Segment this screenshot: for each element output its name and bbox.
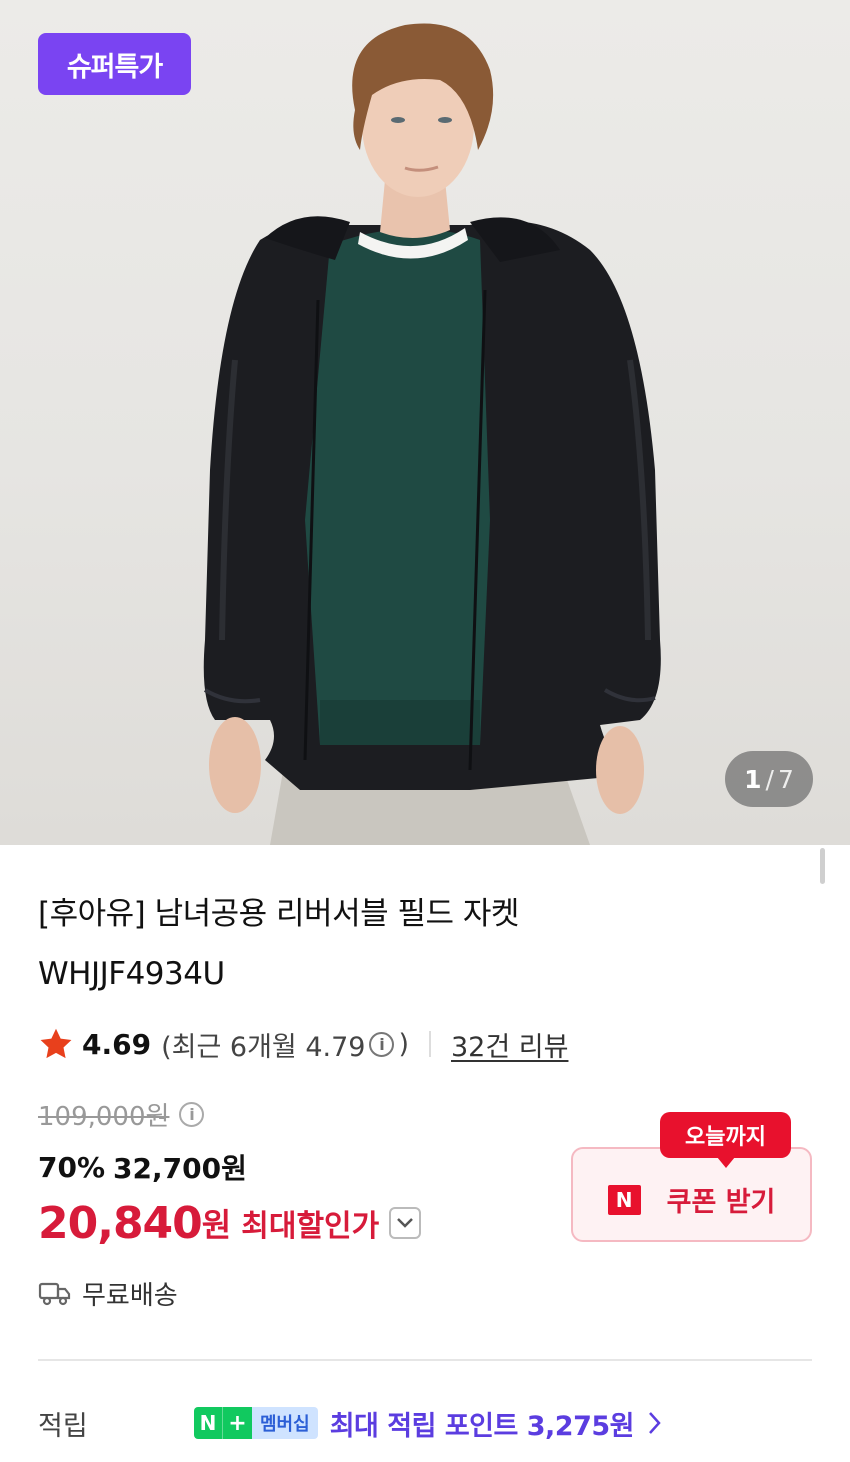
original-price-row: 109,000원 i bbox=[38, 1094, 208, 1134]
expand-discount-button[interactable] bbox=[389, 1207, 422, 1239]
info-icon[interactable]: i bbox=[369, 1031, 395, 1057]
recent-rating-close: ) bbox=[398, 1028, 409, 1060]
shipping-text: 무료배송 bbox=[82, 1280, 178, 1311]
product-title: [후아유] 남녀공용 리버서블 필드 자켓 WHJJF4934U bbox=[38, 884, 798, 1004]
coupon-label: 쿠폰 받기 bbox=[666, 1187, 776, 1218]
truck-icon bbox=[38, 1282, 71, 1306]
image-counter-separator: / bbox=[765, 764, 774, 794]
max-discount-price: 20,840 bbox=[38, 1197, 203, 1249]
section-divider bbox=[38, 1359, 812, 1361]
product-image-carousel[interactable]: 슈퍼특가 1 / 7 bbox=[0, 0, 850, 845]
membership-text: 멤버십 bbox=[252, 1407, 318, 1439]
review-count-link[interactable]: 32건 리뷰 bbox=[451, 1025, 568, 1064]
coupon-deadline-tag: 오늘까지 bbox=[660, 1112, 791, 1168]
points-row[interactable]: 적립 N + 멤버십 최대 적립 포인트 3,275원 bbox=[38, 1398, 812, 1448]
membership-n-icon: N bbox=[194, 1407, 222, 1439]
points-label: 적립 bbox=[38, 1410, 88, 1442]
chevron-down-icon bbox=[397, 1218, 414, 1228]
naver-membership-badge: N + 멤버십 bbox=[194, 1407, 318, 1439]
membership-plus-icon: + bbox=[222, 1407, 252, 1439]
max-discount-label: 최대할인가 bbox=[241, 1209, 380, 1244]
rating-row: 4.69 (최근 6개월 4.79 i ) 32건 리뷰 bbox=[38, 1022, 568, 1066]
super-deal-badge: 슈퍼특가 bbox=[38, 33, 191, 95]
sale-price: 32,700원 bbox=[113, 1152, 247, 1185]
max-points-text: 최대 적립 포인트 3,275원 bbox=[329, 1410, 635, 1442]
sale-price-row: 70% 32,700원 bbox=[38, 1146, 247, 1188]
product-title-code: WHJJF4934U bbox=[38, 956, 225, 992]
product-title-name: [후아유] 남녀공용 리버서블 필드 자켓 bbox=[38, 896, 519, 932]
page-scrollbar[interactable] bbox=[820, 848, 825, 884]
image-counter-current: 1 bbox=[744, 764, 762, 794]
max-discount-row: 20,840 원 최대할인가 bbox=[38, 1195, 422, 1251]
recent-rating: (최근 6개월 4.79 bbox=[161, 1031, 366, 1063]
star-icon bbox=[40, 1028, 72, 1059]
original-price: 109,000원 bbox=[38, 1101, 170, 1132]
image-counter: 1 / 7 bbox=[725, 751, 813, 807]
product-photo bbox=[203, 23, 661, 845]
coupon-download-button[interactable]: N 쿠폰 받기 bbox=[571, 1147, 812, 1242]
max-discount-currency: 원 bbox=[201, 1206, 232, 1244]
divider bbox=[429, 1031, 431, 1057]
discount-rate: 70% bbox=[38, 1150, 106, 1184]
naver-n-icon: N bbox=[607, 1184, 641, 1215]
chevron-right-icon bbox=[649, 1412, 661, 1434]
image-counter-total: 7 bbox=[777, 764, 794, 794]
price-info-icon[interactable]: i bbox=[179, 1101, 205, 1127]
rating-value: 4.69 bbox=[82, 1027, 152, 1061]
shipping-row: 무료배송 bbox=[38, 1273, 178, 1313]
